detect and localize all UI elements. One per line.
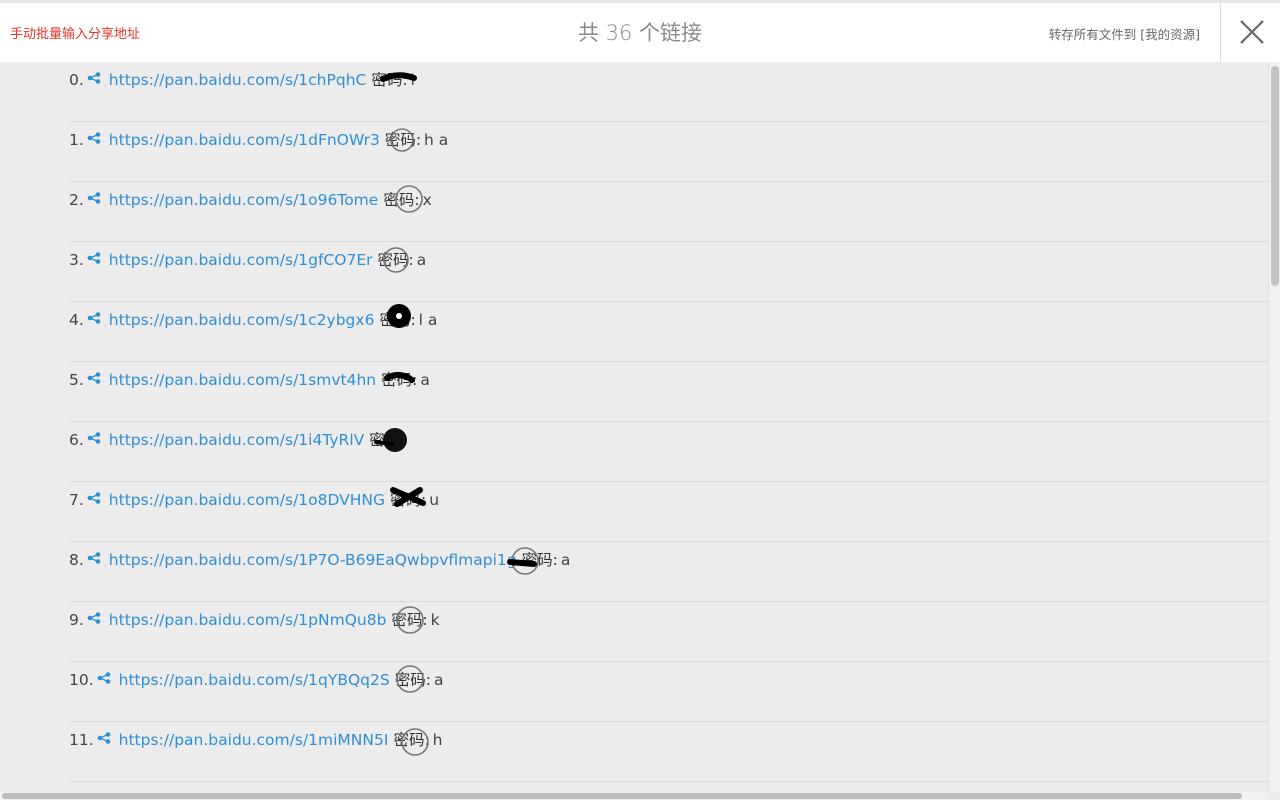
close-button[interactable] [1220,3,1280,62]
password-value: x [422,191,432,209]
password-label: 密码: [371,71,408,89]
password-label: 密码: [521,551,558,569]
list-item: 10. https://pan.baidu.com/s/1qYBQq2S 密码:… [69,662,1268,722]
horizontal-scrollbar-thumb[interactable] [2,793,1242,799]
password-value: a [420,371,430,389]
share-icon [87,612,101,624]
share-link[interactable]: https://pan.baidu.com/s/1chPqhC [109,69,367,91]
password-label: 密码: [381,371,418,389]
password-label: 密码: [383,191,420,209]
share-link[interactable]: https://pan.baidu.com/s/1o8DVHNG [109,489,385,511]
share-icon [87,192,101,204]
password-value: h [432,731,443,749]
share-icon [87,252,101,264]
password-value: u [429,491,440,509]
share-link[interactable]: https://pan.baidu.com/s/1P7O-B69EaQwbpvf… [109,549,517,571]
horizontal-scrollbar[interactable] [0,792,1268,800]
share-icon [87,432,101,444]
password-value: l [410,71,415,89]
link-list: 0. https://pan.baidu.com/s/1chPqhC 密码: l… [0,62,1268,792]
share-link[interactable]: https://pan.baidu.com/s/1miMNN5I [119,729,389,751]
item-index: 0. [69,71,84,89]
password-label: 密码: [379,311,416,329]
list-item: 7. https://pan.baidu.com/s/1o8DVHNG 密码: … [69,482,1268,542]
item-index: 2. [69,191,84,209]
item-index: 6. [69,431,84,449]
password-label: 密码: [390,491,427,509]
password-label: 密码: [384,131,422,149]
dialog-header: 手动批量输入分享地址 共 36 个链接 转存所有文件到 [我的资源] [0,0,1280,62]
list-item: 5. https://pan.baidu.com/s/1smvt4hn 密码: … [69,362,1268,422]
password-label: 密码: [369,431,406,449]
password-label: 密码: [394,671,431,689]
share-icon [87,372,101,384]
manual-input-link[interactable]: 手动批量输入分享地址 [10,23,140,42]
item-index: 4. [69,311,84,329]
share-icon [87,492,101,504]
list-item: 2. https://pan.baidu.com/s/1o96Tome 密码: … [69,182,1268,242]
share-icon [87,312,101,324]
share-link[interactable]: https://pan.baidu.com/s/1smvt4hn [109,369,376,391]
share-link[interactable]: https://pan.baidu.com/s/1c2ybgx6 [109,309,375,331]
item-index: 5. [69,371,84,389]
share-link[interactable]: https://pan.baidu.com/s/1o96Tome [109,189,379,211]
list-item: 11. https://pan.baidu.com/s/1miMNN5I 密码:… [69,722,1268,782]
password-value: a [433,671,444,689]
password-value: l a [418,311,438,329]
item-index: 3. [69,251,84,269]
item-index: 11. [69,731,94,749]
list-item: 1. https://pan.baidu.com/s/1dFnOWr3 密码: … [69,122,1268,182]
share-icon [97,672,110,684]
share-icon [97,732,110,744]
item-index: 9. [69,611,84,629]
vertical-scrollbar[interactable] [1268,62,1280,792]
list-item: 4. https://pan.baidu.com/s/1c2ybgx6 密码: … [69,302,1268,362]
share-link[interactable]: https://pan.baidu.com/s/1dFnOWr3 [109,129,380,151]
vertical-scrollbar-thumb[interactable] [1271,66,1279,286]
share-link[interactable]: https://pan.baidu.com/s/1pNmQu8b [109,609,387,631]
password-value: a [416,251,427,269]
password-label: 密码: [393,731,430,749]
share-icon [87,72,101,84]
list-item: 3. https://pan.baidu.com/s/1gfCO7Er 密码: … [69,242,1268,302]
item-index: 7. [69,491,84,509]
password-label: 密码: [377,251,414,269]
item-index: 1. [69,131,84,149]
password-label: 密码: [391,611,428,629]
share-icon [87,132,101,144]
list-item: 6. https://pan.baidu.com/s/1i4TyRlV 密码: [69,422,1268,482]
item-index: 8. [69,551,84,569]
list-item: 9. https://pan.baidu.com/s/1pNmQu8b 密码: … [69,602,1268,662]
share-link[interactable]: https://pan.baidu.com/s/1gfCO7Er [109,249,373,271]
list-item: 8. https://pan.baidu.com/s/1P7O-B69EaQwb… [69,542,1268,602]
share-link[interactable]: https://pan.baidu.com/s/1qYBQq2S [119,669,390,691]
password-value: h a [424,131,449,149]
list-item: 0. https://pan.baidu.com/s/1chPqhC 密码: l [69,62,1268,122]
share-icon [87,552,101,564]
save-all-button[interactable]: 转存所有文件到 [我的资源] [1049,24,1200,43]
password-value: k [430,611,440,629]
close-icon [1240,20,1264,44]
share-link[interactable]: https://pan.baidu.com/s/1i4TyRlV [109,429,364,451]
item-index: 10. [69,671,94,689]
password-value: a [560,551,571,569]
